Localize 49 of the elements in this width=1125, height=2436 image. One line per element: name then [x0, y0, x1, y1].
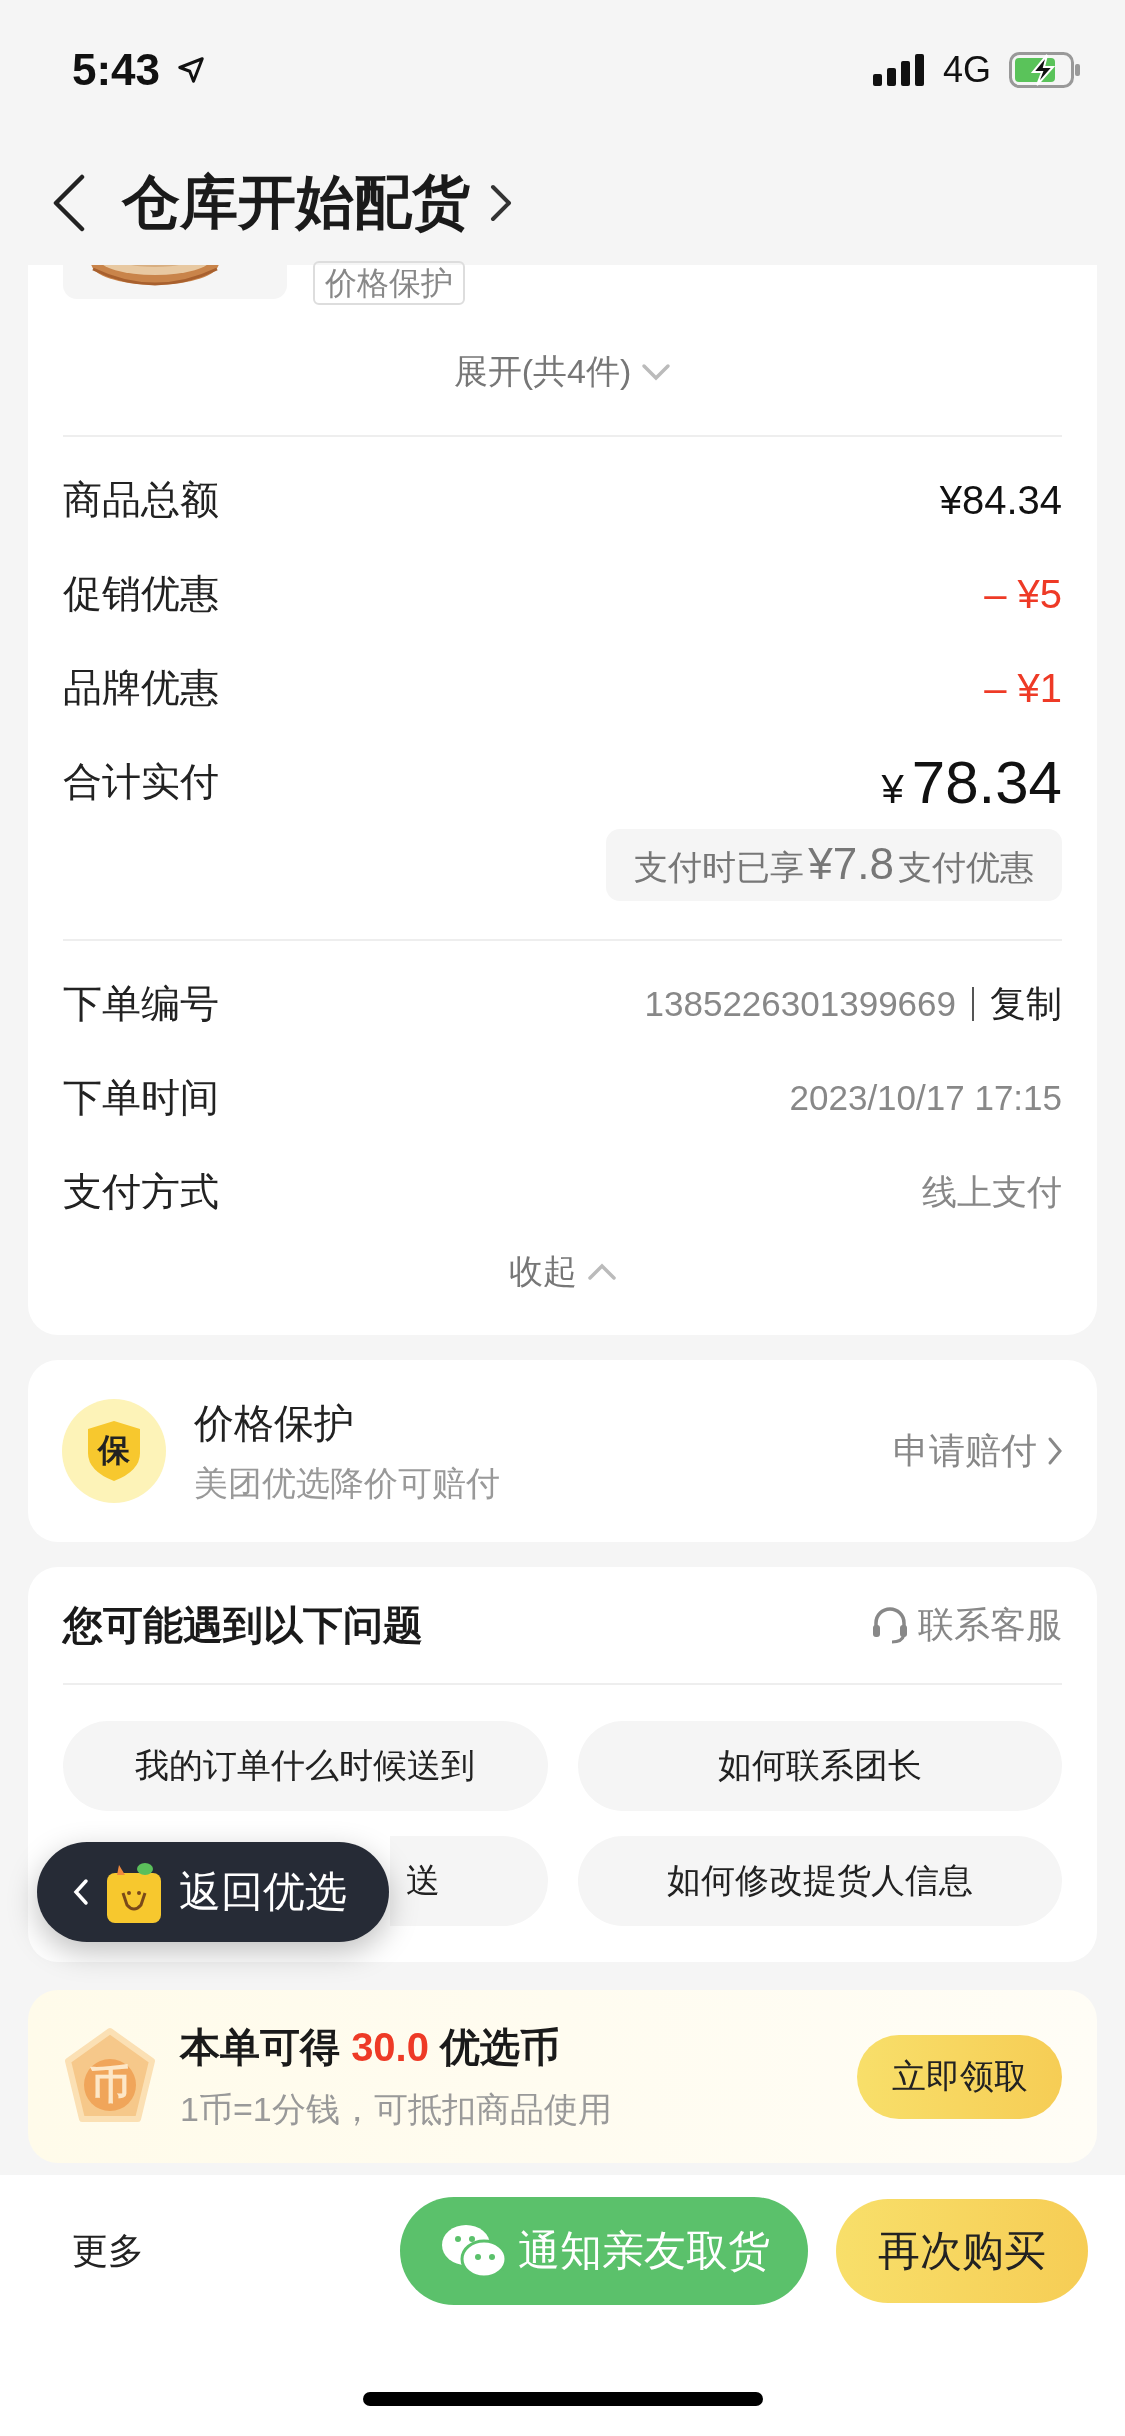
- amount-value: – ¥1: [984, 665, 1062, 711]
- back-icon[interactable]: [52, 173, 86, 232]
- amount-label: 商品总额: [63, 477, 219, 523]
- detail-value: 2023/10/17 17:15: [789, 1078, 1062, 1118]
- detail-label: 下单编号: [63, 981, 219, 1027]
- detail-label: 支付方式: [63, 1169, 219, 1215]
- question-chip[interactable]: 如何联系团长: [577, 1721, 1062, 1811]
- payment-discount-note: 支付时已享¥7.8 支付优惠: [606, 829, 1062, 901]
- chevron-down-icon: [641, 363, 672, 381]
- amount-label: 品牌优惠: [63, 665, 219, 711]
- protection-subtitle: 美团优选降价可赔付: [194, 1462, 500, 1504]
- buy-again-button[interactable]: 再次购买: [836, 2199, 1088, 2303]
- chevron-right-icon[interactable]: [490, 183, 512, 222]
- more-link[interactable]: 更多: [72, 2226, 144, 2276]
- chevron-up-icon: [586, 1263, 617, 1281]
- collapse-link[interactable]: 收起: [508, 1249, 617, 1295]
- question-chip[interactable]: 送: [390, 1836, 548, 1926]
- headset-icon[interactable]: [870, 1605, 910, 1645]
- battery-charging-icon: [1009, 52, 1081, 88]
- detail-value: 1385226301399669: [644, 984, 956, 1024]
- amount-value: – ¥5: [984, 571, 1062, 617]
- section-title: 您可能遇到以下问题: [63, 1601, 423, 1649]
- protection-title: 价格保护: [194, 1399, 355, 1447]
- question-chip[interactable]: 如何修改提货人信息: [577, 1836, 1062, 1926]
- claim-link[interactable]: 申请赔付: [893, 1426, 1037, 1476]
- question-chip[interactable]: 我的订单什么时候送到: [63, 1721, 548, 1811]
- claim-button[interactable]: 立即领取: [857, 2034, 1062, 2119]
- coin-reward-title: 本单可得 30.0 优选币: [180, 2024, 562, 2071]
- total-label: 合计实付: [63, 759, 219, 805]
- page-title[interactable]: 仓库开始配货: [122, 163, 470, 242]
- amount-label: 促销优惠: [63, 571, 219, 617]
- amount-value: ¥84.34: [939, 477, 1062, 523]
- detail-label: 下单时间: [63, 1075, 219, 1121]
- contact-service-link[interactable]: 联系客服: [918, 1600, 1062, 1650]
- price-protection-card[interactable]: 保 价格保护 美团优选降价可赔付 申请赔付: [28, 1360, 1097, 1542]
- location-arrow-icon: [176, 55, 207, 85]
- expand-link[interactable]: 展开(共4件): [453, 349, 672, 395]
- signal-icon: [872, 54, 925, 86]
- price-protection-tag: 价格保护: [313, 261, 465, 305]
- total-amount: ¥78.34: [881, 747, 1062, 817]
- chevron-left-icon: [73, 1878, 89, 1906]
- back-to-store-button[interactable]: 返回优选: [37, 1842, 389, 1942]
- chevron-right-icon: [1047, 1436, 1063, 1466]
- coin-note: 1币=1分钱，可抵扣商品使用: [180, 2089, 612, 2130]
- shield-badge: 保: [62, 1399, 166, 1503]
- copy-link[interactable]: 复制: [990, 979, 1062, 1029]
- status-time: 5:43: [72, 45, 161, 95]
- detail-value: 线上支付: [922, 1170, 1062, 1213]
- network-label: 4G: [942, 49, 991, 91]
